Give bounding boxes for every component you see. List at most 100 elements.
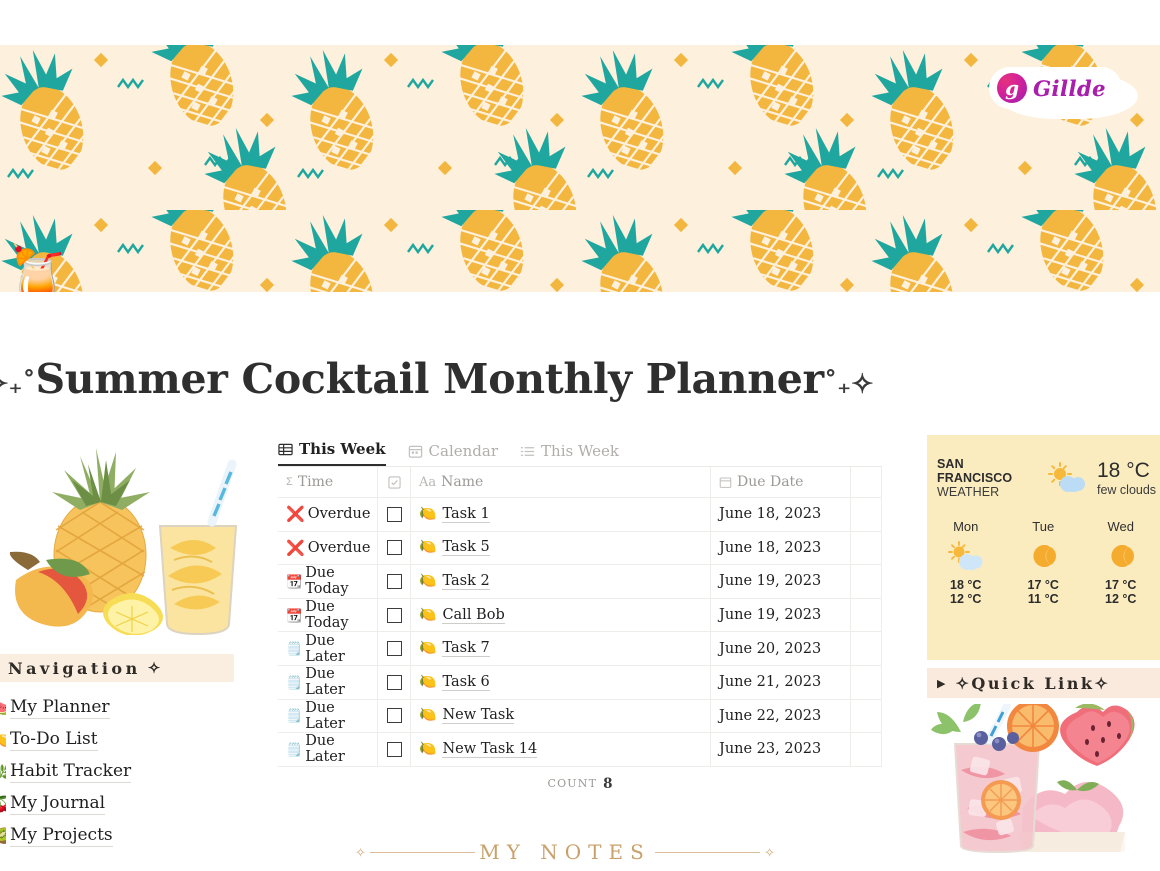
row-checkbox[interactable]	[386, 573, 402, 589]
column-header-name[interactable]: Aa Name	[411, 467, 711, 497]
table-row[interactable]: 📆 Due Today 🍋 Call Bob June 19, 2023	[278, 598, 882, 633]
cell-time[interactable]: ❌ Overdue	[278, 498, 378, 531]
cell-time[interactable]: 🗒️ Due Later	[278, 699, 378, 733]
task-title[interactable]: New Task	[442, 707, 515, 725]
table-row[interactable]: 🗒️ Due Later 🍋 New Task June 22, 2023	[278, 699, 882, 734]
tab-calendar[interactable]: Calendar	[408, 442, 498, 466]
row-checkbox[interactable]	[386, 607, 402, 623]
cell-due-date[interactable]: June 19, 2023	[711, 598, 851, 632]
cell-due-date[interactable]: June 21, 2023	[711, 665, 851, 699]
tab-label: Calendar	[428, 442, 499, 460]
pineapple-pattern	[0, 45, 1160, 292]
quick-link-toggle[interactable]: ▶ ✧Quick Link✧	[927, 668, 1160, 698]
cell-checkbox[interactable]	[378, 733, 411, 766]
sidebar-item-to-do-list[interactable]: 🍋 To-Do List	[0, 724, 245, 756]
table-row[interactable]: 🗒️ Due Later 🍋 New Task 14 June 23, 2023	[278, 733, 882, 767]
cell-checkbox[interactable]	[378, 598, 411, 632]
task-title[interactable]: Task 1	[442, 506, 490, 523]
column-header-time[interactable]: Σ Time	[278, 467, 378, 497]
cell-time[interactable]: ❌ Overdue	[278, 531, 378, 565]
table-row[interactable]: ❌ Overdue 🍋 Task 1 June 18, 2023	[278, 498, 882, 532]
table-count-row[interactable]: Count 8	[278, 767, 882, 801]
cell-checkbox[interactable]	[378, 632, 411, 665]
lemon-icon: 🍋	[419, 540, 437, 556]
table-row[interactable]: 🗒️ Due Later 🍋 Task 7 June 20, 2023	[278, 632, 882, 666]
cell-name[interactable]: 🍋 Task 1	[411, 498, 711, 531]
cell-extra[interactable]	[851, 565, 882, 598]
row-checkbox[interactable]	[386, 506, 402, 522]
cell-name[interactable]: 🍋 Call Bob	[411, 598, 711, 632]
task-title[interactable]: New Task 14	[442, 741, 538, 758]
cell-extra[interactable]	[851, 733, 882, 766]
cell-extra[interactable]	[851, 531, 882, 565]
task-title[interactable]: Task 5	[442, 539, 490, 557]
due-later-icon: 🗒️	[286, 674, 303, 690]
cell-due-date[interactable]: June 19, 2023	[711, 565, 851, 598]
sidebar-item-habit-tracker[interactable]: 🌿 Habit Tracker	[0, 756, 245, 788]
task-title[interactable]: Call Bob	[442, 607, 505, 624]
cell-time[interactable]: 📆 Due Today	[278, 598, 378, 632]
forecast-day-label: Tue	[1032, 519, 1055, 534]
tab-this-week-list[interactable]: This Week	[520, 442, 619, 466]
row-checkbox[interactable]	[386, 641, 402, 657]
column-header-due-date[interactable]: Due Date	[711, 467, 851, 497]
cell-checkbox[interactable]	[378, 699, 411, 733]
task-database: This Week Calendar This Week Σ Time Aa N…	[278, 438, 882, 801]
row-checkbox[interactable]	[386, 741, 402, 757]
cell-due-date[interactable]: June 22, 2023	[711, 699, 851, 733]
watermelon-icon: 🍉	[0, 699, 6, 718]
task-title[interactable]: Task 6	[442, 674, 490, 691]
table-row[interactable]: 📆 Due Today 🍋 Task 2 June 19, 2023	[278, 565, 882, 599]
cell-name[interactable]: 🍋 New Task	[411, 699, 711, 733]
task-title[interactable]: Task 2	[442, 573, 490, 590]
sidebar-item-my-projects[interactable]: 🥝 My Projects	[0, 820, 245, 852]
row-checkbox[interactable]	[386, 540, 402, 556]
task-title[interactable]: Task 7	[442, 640, 490, 658]
weather-subtitle: WEATHER	[937, 485, 1000, 499]
cell-time[interactable]: 🗒️ Due Later	[278, 665, 378, 699]
cell-name[interactable]: 🍋 New Task 14	[411, 733, 711, 766]
cell-due-date[interactable]: June 20, 2023	[711, 632, 851, 665]
cell-extra[interactable]	[851, 699, 882, 733]
cell-extra[interactable]	[851, 665, 882, 699]
column-header-extra[interactable]	[851, 467, 882, 497]
column-header-checkbox[interactable]	[378, 467, 411, 497]
cell-time[interactable]: 🗒️ Due Later	[278, 632, 378, 665]
cell-name[interactable]: 🍋 Task 5	[411, 531, 711, 565]
status-badge: Due Today	[305, 565, 349, 598]
row-checkbox[interactable]	[386, 708, 402, 724]
cell-time[interactable]: 📆 Due Today	[278, 565, 378, 598]
cell-time[interactable]: 🗒️ Due Later	[278, 733, 378, 766]
sidebar-item-my-journal[interactable]: 🍒 My Journal	[0, 788, 245, 820]
list-icon	[520, 444, 535, 459]
cell-name[interactable]: 🍋 Task 2	[411, 565, 711, 598]
sidebar-item-my-planner[interactable]: 🍉 My Planner	[0, 692, 245, 724]
cell-checkbox[interactable]	[378, 531, 411, 565]
forecast-day-wed: Wed 17 °C 12 °C	[1082, 519, 1160, 606]
cell-due-date[interactable]: June 18, 2023	[711, 531, 851, 565]
tab-this-week-table[interactable]: This Week	[278, 440, 386, 466]
cell-checkbox[interactable]	[378, 498, 411, 531]
forecast-high: 18 °C	[950, 578, 982, 592]
sun-cloud-icon	[1045, 462, 1089, 494]
cell-due-date[interactable]: June 23, 2023	[711, 733, 851, 766]
checkbox-icon	[387, 475, 401, 489]
chevron-right-icon[interactable]: ▶	[937, 677, 945, 690]
cell-name[interactable]: 🍋 Task 7	[411, 632, 711, 665]
cell-due-date[interactable]: June 18, 2023	[711, 498, 851, 531]
table-row[interactable]: 🗒️ Due Later 🍋 Task 6 June 21, 2023	[278, 665, 882, 700]
cell-name[interactable]: 🍋 Task 6	[411, 665, 711, 699]
weather-city: SAN FRANCISCO	[937, 457, 1013, 485]
row-checkbox[interactable]	[386, 674, 402, 690]
cell-extra[interactable]	[851, 598, 882, 632]
sigma-icon: Σ	[286, 476, 293, 488]
gillde-logo[interactable]: g Gillde	[989, 67, 1122, 109]
cell-checkbox[interactable]	[378, 565, 411, 598]
lemon-icon: 🍋	[419, 506, 437, 522]
cell-checkbox[interactable]	[378, 665, 411, 699]
cell-extra[interactable]	[851, 498, 882, 531]
cell-extra[interactable]	[851, 632, 882, 665]
table-row[interactable]: ❌ Overdue 🍋 Task 5 June 18, 2023	[278, 531, 882, 566]
lemon-icon: 🍋	[0, 731, 6, 750]
weather-widget[interactable]: SAN FRANCISCO WEATHER 18 °C few clouds M…	[927, 435, 1160, 660]
